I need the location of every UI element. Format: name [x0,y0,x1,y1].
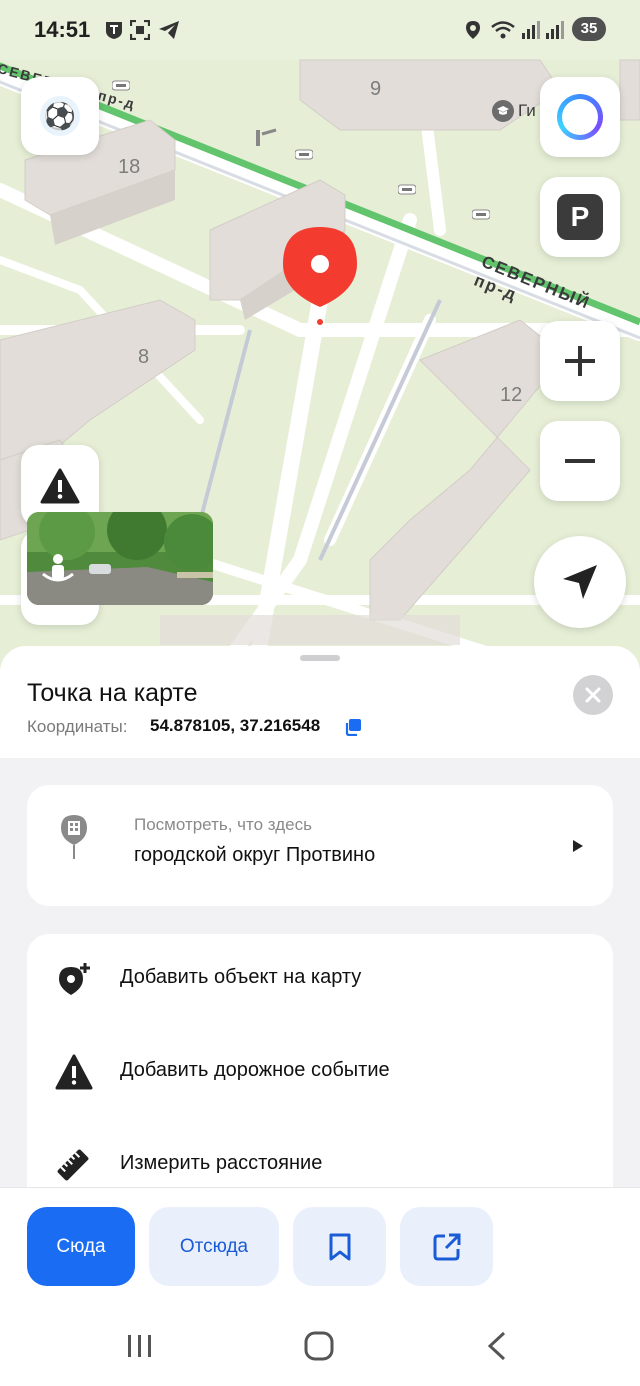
navigation-arrow-icon [563,565,597,599]
home-icon[interactable] [304,1331,334,1361]
status-bar: 14:51 35 [0,0,640,60]
add-road-event-action[interactable]: Добавить дорожное событие [27,1038,613,1108]
parking-button[interactable]: P [540,177,620,257]
barrier-icon [295,149,313,160]
share-icon [433,1233,460,1260]
football-layer-button[interactable]: ⚽ [21,77,99,155]
sheet-drag-handle[interactable] [300,655,340,661]
route-action-bar: Сюда Отсюда [0,1187,640,1297]
building-number-label: 12 [500,384,523,406]
plus-icon [565,346,595,376]
battery-indicator: 35 [572,17,606,41]
alice-assistant-button[interactable] [540,77,620,157]
close-button[interactable] [573,675,613,715]
poi-label: Ги [518,101,536,120]
graduation-cap-icon [492,100,514,122]
route-here-button[interactable]: Сюда [27,1207,135,1286]
sheet-title: Точка на карте [27,679,198,707]
alice-icon [557,94,603,140]
zoom-out-button[interactable] [540,421,620,501]
close-icon [585,687,601,703]
warning-icon [55,1054,93,1090]
district-name: городской округ Протвино [134,844,376,866]
coordinates-value: 54.878105, 37.216548 [150,716,321,735]
barrier-icon [472,209,490,220]
back-icon[interactable] [486,1331,508,1361]
poi-university[interactable]: Ги [492,100,536,122]
location-pin[interactable] [281,225,359,336]
map-view[interactable]: 9 18 8 12 СЕВЕРНЫЙ пр-д СЕВЕРНЫЙ пр-д Ги… [0,0,640,700]
location-icon [466,21,480,39]
building-number-label: 8 [138,346,150,368]
screenshot-icon [130,20,150,40]
minus-icon [565,459,595,463]
copy-icon[interactable] [344,718,362,736]
route-from-button[interactable]: Отсюда [149,1207,279,1286]
add-object-action[interactable]: Добавить объект на карту [27,945,613,1015]
play-arrow-icon [573,840,583,852]
warning-icon [40,468,80,504]
street-panorama-preview[interactable] [27,512,213,605]
signal-icon [546,21,564,39]
telegram-icon [159,21,179,39]
recent-apps-icon[interactable] [126,1331,154,1361]
bookmark-icon [329,1233,350,1260]
map-pin-icon [283,227,357,327]
system-navigation-bar [0,1297,640,1386]
action-label: Добавить объект на карту [120,966,362,988]
action-label: Добавить дорожное событие [120,1059,390,1081]
tram-stop-icon [256,128,277,146]
parking-icon: P [557,194,603,240]
zoom-in-button[interactable] [540,321,620,401]
my-location-button[interactable] [534,536,626,628]
what-is-here-card[interactable]: Посмотреть, что здесь городской округ Пр… [27,785,613,906]
building-pin-icon [61,815,87,859]
wifi-icon [491,21,515,39]
panorama-person-icon [39,550,77,588]
sheet-header: Точка на карте Координаты: 54.878105, 37… [0,646,640,758]
shield-t-icon [106,22,122,39]
building-number-label: 18 [118,156,141,178]
action-label: Измерить расстояние [120,1152,323,1174]
clock: 14:51 [34,17,91,42]
barrier-icon [112,80,130,91]
building-number-label: 9 [370,78,382,100]
add-place-icon [59,963,90,995]
coordinates-label: Координаты: [27,717,128,736]
share-button[interactable] [400,1207,493,1286]
bookmark-button[interactable] [293,1207,386,1286]
barrier-icon [398,184,416,195]
signal-icon [522,21,540,39]
ruler-icon [57,1149,89,1181]
what-is-here-label: Посмотреть, что здесь [134,815,312,834]
football-icon: ⚽ [40,96,80,136]
